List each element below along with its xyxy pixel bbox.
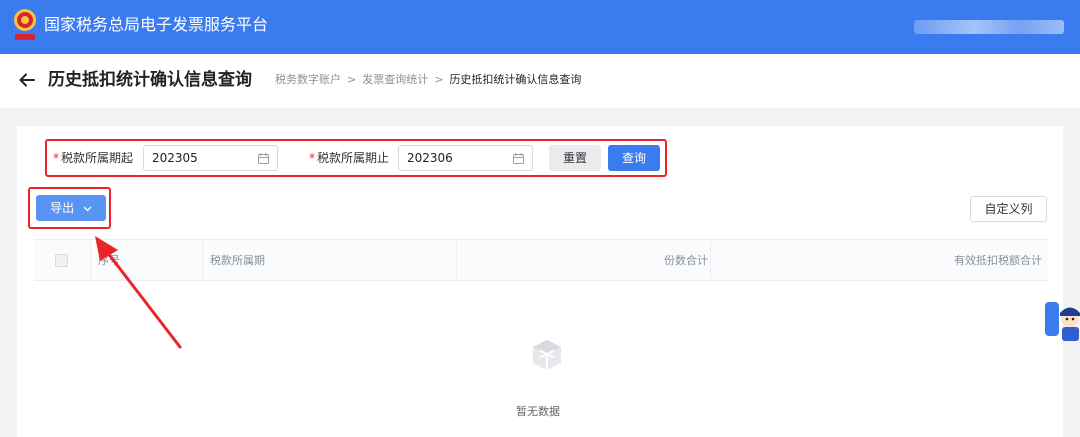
column-header-deduction-total[interactable]: 有效抵扣税额合计 bbox=[954, 240, 1042, 281]
column-divider bbox=[456, 240, 457, 281]
arrow-left-icon[interactable] bbox=[18, 71, 36, 89]
calendar-icon[interactable] bbox=[258, 153, 269, 164]
page-title: 历史抵扣统计确认信息查询 bbox=[48, 70, 252, 90]
end-period-input[interactable]: 202306 bbox=[398, 145, 533, 171]
required-mark: * bbox=[309, 151, 315, 165]
breadcrumb-item-current: 历史抵扣统计确认信息查询 bbox=[449, 73, 582, 86]
start-period-value: 202305 bbox=[152, 151, 198, 165]
start-period-label-text: 税款所属期起 bbox=[61, 151, 134, 165]
column-divider bbox=[90, 240, 91, 281]
column-header-tax-period[interactable]: 税款所属期 bbox=[210, 240, 265, 281]
reset-button[interactable]: 重置 bbox=[549, 145, 601, 171]
end-period-label: * 税款所属期止 bbox=[309, 150, 389, 166]
custom-columns-button[interactable]: 自定义列 bbox=[970, 196, 1047, 222]
user-info[interactable] bbox=[914, 20, 1064, 34]
breadcrumb-separator: > bbox=[434, 73, 444, 86]
top-bar: 国家税务总局电子发票服务平台 bbox=[0, 0, 1080, 54]
end-period-value: 202306 bbox=[407, 151, 453, 165]
export-label: 导出 bbox=[50, 201, 75, 215]
breadcrumb: 税务数字账户 > 发票查询统计 > 历史抵扣统计确认信息查询 bbox=[275, 73, 581, 87]
query-button[interactable]: 查询 bbox=[608, 145, 660, 171]
empty-text: 暂无数据 bbox=[516, 405, 560, 418]
export-button[interactable]: 导出 bbox=[36, 195, 106, 221]
chevron-down-icon bbox=[83, 206, 92, 211]
column-divider bbox=[710, 240, 711, 281]
breadcrumb-item-tax-account[interactable]: 税务数字账户 bbox=[275, 73, 341, 86]
calendar-icon[interactable] bbox=[513, 153, 524, 164]
column-header-index[interactable]: 序号 bbox=[98, 240, 120, 281]
breadcrumb-separator: > bbox=[347, 73, 357, 86]
app-title: 国家税务总局电子发票服务平台 bbox=[44, 15, 269, 34]
required-mark: * bbox=[53, 151, 59, 165]
assistant-mascot-icon[interactable] bbox=[1043, 296, 1080, 344]
start-period-label: * 税款所属期起 bbox=[53, 150, 133, 166]
breadcrumb-item-invoice-stats[interactable]: 发票查询统计 bbox=[362, 73, 428, 86]
column-divider bbox=[202, 240, 203, 281]
column-header-count-total[interactable]: 份数合计 bbox=[664, 240, 708, 281]
tax-emblem-icon bbox=[14, 9, 36, 40]
end-period-label-text: 税款所属期止 bbox=[317, 151, 390, 165]
start-period-input[interactable]: 202305 bbox=[143, 145, 278, 171]
table-header: 序号 税款所属期 份数合计 有效抵扣税额合计 bbox=[34, 239, 1048, 281]
empty-box-icon bbox=[533, 340, 561, 370]
select-all-checkbox[interactable] bbox=[55, 254, 68, 267]
